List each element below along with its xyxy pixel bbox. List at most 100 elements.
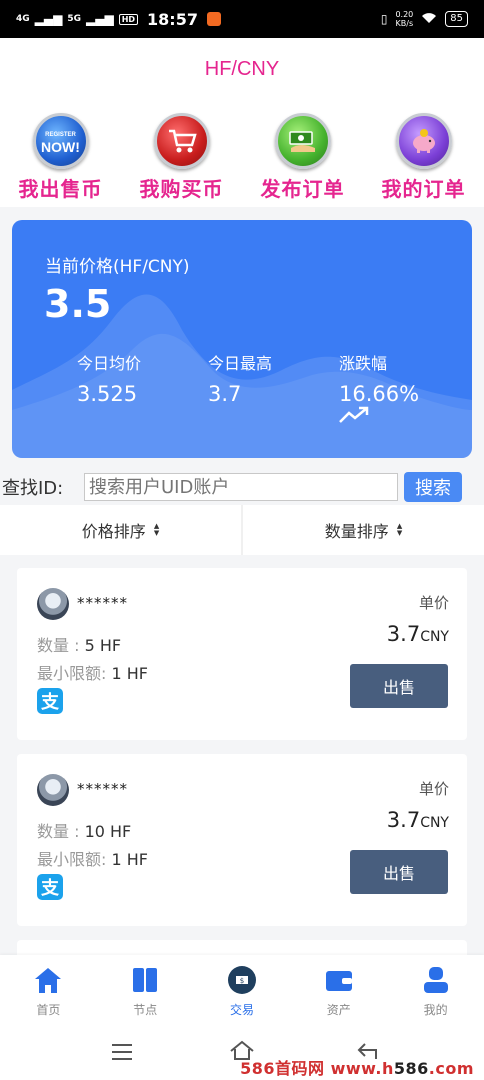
signal-bars-icon: ▂▄▆ <box>34 12 63 26</box>
stat-label: 今日最高 <box>208 354 273 373</box>
app-header: HF/CNY <box>0 38 484 103</box>
avatar <box>37 774 69 806</box>
sell-button[interactable]: 出售 <box>350 664 448 708</box>
unit-price: 3.7CNY <box>387 808 449 832</box>
price-card: 当前价格(HF/CNY) 3.5 今日均价 3.525 今日最高 3.7 涨跌幅… <box>12 220 472 458</box>
sort-bar: 价格排序 ▲ ▼ 数量排序 ▲ ▼ <box>0 505 484 555</box>
svg-text:$: $ <box>240 977 244 985</box>
search-button[interactable]: 搜索 <box>404 472 462 502</box>
quick-action-label: 我购买币 <box>139 177 224 201</box>
nav-label: 节点 <box>133 1003 158 1017</box>
wifi-icon <box>421 12 437 27</box>
stat-high: 今日最高 3.7 <box>208 350 272 406</box>
price-value: 3.7 <box>386 622 421 646</box>
search-label: 查找ID: <box>2 478 64 499</box>
quantity-value: 10 HF <box>84 822 132 841</box>
watermark: 586首码网 www.h586.com <box>240 1055 474 1079</box>
network-speed-unit: KB/s <box>395 19 414 28</box>
register-icon-text: NOW! <box>41 139 80 155</box>
stat-change: 涨跌幅 16.66% <box>339 350 419 406</box>
nav-assets[interactable]: 资产 <box>290 955 387 1025</box>
min-limit-value: 1 HF <box>111 664 149 683</box>
min-limit-value: 1 HF <box>111 850 149 869</box>
hd-icon: HD <box>118 13 139 25</box>
user-name: ****** <box>77 780 128 798</box>
money-hand-icon <box>274 113 331 169</box>
sort-by-quantity[interactable]: 数量排序 ▲ ▼ <box>241 505 484 555</box>
nav-label: 我的 <box>423 1003 448 1017</box>
vibrate-icon: ▯ <box>380 12 388 26</box>
stat-label: 今日均价 <box>77 354 142 373</box>
current-price-label: 当前价格(HF/CNY) <box>45 257 190 277</box>
quick-action-label: 我的订单 <box>381 177 466 201</box>
network-speed: 0.20 KB/s <box>395 10 413 28</box>
user-icon <box>421 965 451 995</box>
order-min-limit: 最小限额: 1 HF <box>37 846 148 870</box>
currency: CNY <box>420 629 449 645</box>
quantity-value: 5 HF <box>84 636 122 655</box>
unit-price-label: 单价 <box>418 780 449 798</box>
quick-action-sell[interactable]: REGISTER NOW! 我出售币 <box>0 103 121 202</box>
sort-label: 数量排序 <box>324 522 389 541</box>
shopping-cart-icon <box>153 113 210 169</box>
order-min-limit: 最小限额: 1 HF <box>37 660 148 684</box>
signal-5g-icon: 5G <box>67 14 81 24</box>
search-row: 查找ID: 搜索 <box>0 470 484 504</box>
signal-bars-icon: ▂▄▆ <box>86 12 114 26</box>
sell-button[interactable]: 出售 <box>350 850 448 894</box>
exchange-icon: $ <box>227 965 257 995</box>
book-icon <box>130 965 160 995</box>
clock: 18:57 <box>147 9 198 29</box>
page-title: HF/CNY <box>204 58 280 80</box>
sort-arrows-icon: ▲ ▼ <box>153 522 160 537</box>
menu-icon[interactable] <box>110 1043 134 1061</box>
current-price-value: 3.5 <box>44 282 112 326</box>
system-nav-bar: 586首码网 www.h586.com <box>0 1025 484 1080</box>
sort-arrows-icon: ▲ ▼ <box>396 522 403 537</box>
alipay-icon: 支 <box>37 874 63 900</box>
nav-label: 首页 <box>36 1003 61 1017</box>
quick-action-my-orders[interactable]: 我的订单 <box>363 103 484 202</box>
stat-average: 今日均价 3.525 <box>77 350 141 406</box>
quick-action-publish[interactable]: 发布订单 <box>242 103 363 202</box>
sort-by-price[interactable]: 价格排序 ▲ ▼ <box>0 505 241 555</box>
nav-trade[interactable]: $ 交易 <box>194 955 291 1025</box>
quick-action-label: 我出售币 <box>18 177 103 201</box>
stat-value: 16.66% <box>339 382 420 406</box>
min-limit-label: 最小限额: <box>37 664 107 683</box>
watermark-red2: .com <box>428 1059 474 1078</box>
status-bar: 4G ▂▄▆ 5G ▂▄▆ HD 18:57 ▯ 0.20 KB/s 85 <box>0 0 484 38</box>
order-card: ****** 数量 : 5 HF 最小限额: 1 HF 支 单价 3.7CNY … <box>17 568 467 740</box>
order-quantity: 数量 : 10 HF <box>37 818 131 842</box>
signal-4g-icon: 4G <box>16 14 30 24</box>
search-input[interactable] <box>84 473 398 501</box>
order-card: ****** 数量 : 10 HF 最小限额: 1 HF 支 单价 3.7CNY… <box>17 754 467 926</box>
nav-nodes[interactable]: 节点 <box>97 955 194 1025</box>
unit-price-label: 单价 <box>418 594 449 612</box>
min-limit-label: 最小限额: <box>37 850 107 869</box>
nav-label: 交易 <box>229 1003 254 1017</box>
stat-label: 涨跌幅 <box>339 354 388 373</box>
wallet-icon <box>324 965 354 995</box>
watermark-dark: 586 <box>393 1059 429 1078</box>
alipay-icon: 支 <box>37 688 63 714</box>
app-notification-icon <box>206 12 221 26</box>
nav-mine[interactable]: 我的 <box>387 955 484 1025</box>
piggy-bank-icon <box>395 113 452 169</box>
battery-icon: 85 <box>445 11 468 27</box>
bottom-nav: 首页 节点 $ 交易 资产 我的 <box>0 955 484 1025</box>
unit-price: 3.7CNY <box>387 622 449 646</box>
network-speed-value: 0.20 <box>395 10 414 19</box>
trend-up-icon <box>339 406 369 423</box>
quick-action-buy[interactable]: 我购买币 <box>121 103 242 202</box>
user-name: ****** <box>77 594 128 612</box>
stat-value: 3.525 <box>77 382 138 406</box>
watermark-red: 586首码网 www.h <box>240 1059 394 1078</box>
nav-home[interactable]: 首页 <box>0 955 97 1025</box>
nav-label: 资产 <box>326 1003 351 1017</box>
quick-action-label: 发布订单 <box>260 177 345 201</box>
register-now-icon: REGISTER NOW! <box>32 113 89 169</box>
quantity-label: 数量 : <box>37 636 80 655</box>
status-right: ▯ 0.20 KB/s 85 <box>381 10 468 28</box>
stat-value: 3.7 <box>208 382 242 406</box>
